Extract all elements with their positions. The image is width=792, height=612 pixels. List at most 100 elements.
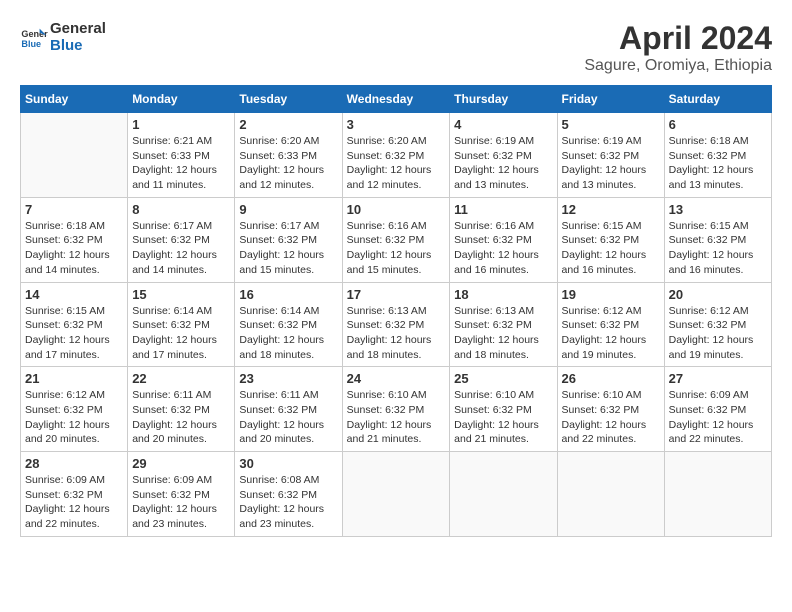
- calendar-day-cell: 15Sunrise: 6:14 AMSunset: 6:32 PMDayligh…: [128, 282, 235, 367]
- calendar-week-row: 1Sunrise: 6:21 AMSunset: 6:33 PMDaylight…: [21, 113, 772, 198]
- day-number: 4: [454, 117, 552, 132]
- calendar-day-cell: 30 Sunrise: 6:08 AMSunset: 6:32 PMDayligh…: [235, 452, 342, 537]
- day-info: Sunrise: 6:12 AMSunset: 6:32 PMDaylight:…: [669, 304, 767, 363]
- day-number: 22: [132, 371, 230, 386]
- day-number: 23: [239, 371, 337, 386]
- weekday-header: Wednesday: [342, 86, 450, 113]
- calendar-day-cell: 28 Sunrise: 6:09 AMSunset: 6:32 PMDayligh…: [21, 452, 128, 537]
- day-number: 14: [25, 287, 123, 302]
- day-info: Sunrise: 6:11 AMSunset: 6:32 PMDaylight:…: [239, 388, 337, 447]
- calendar-day-cell: 5Sunrise: 6:19 AMSunset: 6:32 PMDaylight…: [557, 113, 664, 198]
- logo-text-line2: Blue: [50, 37, 106, 54]
- day-info: Sunrise: 6:09 AMSunset: 6:32 PMDaylight:…: [132, 473, 230, 532]
- day-info: Sunrise: 6:16 AMSunset: 6:32 PMDaylight:…: [347, 219, 446, 278]
- day-number: 7: [25, 202, 123, 217]
- day-number: 15: [132, 287, 230, 302]
- day-number: 3: [347, 117, 446, 132]
- page-title: April 2024: [584, 20, 772, 57]
- calendar-week-row: 14 Sunrise: 6:15 AMSunset: 6:32 PMDayligh…: [21, 282, 772, 367]
- calendar-day-cell: 26 Sunrise: 6:10 AMSunset: 6:32 PMDayligh…: [557, 367, 664, 452]
- calendar-day-cell: 13Sunrise: 6:15 AMSunset: 6:32 PMDayligh…: [664, 197, 771, 282]
- calendar-day-cell: [342, 452, 450, 537]
- day-number: 8: [132, 202, 230, 217]
- weekday-header: Thursday: [450, 86, 557, 113]
- calendar-day-cell: 17Sunrise: 6:13 AMSunset: 6:32 PMDayligh…: [342, 282, 450, 367]
- calendar-day-cell: 18 Sunrise: 6:13 AMSunset: 6:32 PMDayligh…: [450, 282, 557, 367]
- day-info: Sunrise: 6:12 AMSunset: 6:32 PMDaylight:…: [562, 304, 660, 363]
- day-info: Sunrise: 6:10 AMSunset: 6:32 PMDaylight:…: [347, 388, 446, 447]
- day-number: 13: [669, 202, 767, 217]
- weekday-header: Friday: [557, 86, 664, 113]
- calendar-day-cell: 8 Sunrise: 6:17 AMSunset: 6:32 PMDaylight…: [128, 197, 235, 282]
- calendar-header-row: SundayMondayTuesdayWednesdayThursdayFrid…: [21, 86, 772, 113]
- day-info: Sunrise: 6:15 AMSunset: 6:32 PMDaylight:…: [25, 304, 123, 363]
- calendar-day-cell: 29 Sunrise: 6:09 AMSunset: 6:32 PMDayligh…: [128, 452, 235, 537]
- calendar-day-cell: 11 Sunrise: 6:16 AMSunset: 6:32 PMDayligh…: [450, 197, 557, 282]
- calendar-day-cell: 19Sunrise: 6:12 AMSunset: 6:32 PMDayligh…: [557, 282, 664, 367]
- day-info: Sunrise: 6:20 AMSunset: 6:33 PMDaylight:…: [239, 134, 337, 193]
- day-number: 24: [347, 371, 446, 386]
- day-number: 10: [347, 202, 446, 217]
- calendar-day-cell: 12Sunrise: 6:15 AMSunset: 6:32 PMDayligh…: [557, 197, 664, 282]
- weekday-header: Monday: [128, 86, 235, 113]
- day-info: Sunrise: 6:09 AMSunset: 6:32 PMDaylight:…: [669, 388, 767, 447]
- day-info: Sunrise: 6:20 AMSunset: 6:32 PMDaylight:…: [347, 134, 446, 193]
- page-subtitle: Sagure, Oromiya, Ethiopia: [584, 57, 772, 75]
- day-info: Sunrise: 6:12 AMSunset: 6:32 PMDaylight:…: [25, 388, 123, 447]
- day-number: 16: [239, 287, 337, 302]
- logo-icon: General Blue: [20, 23, 48, 51]
- logo-text-line1: General: [50, 20, 106, 37]
- calendar-day-cell: 7 Sunrise: 6:18 AMSunset: 6:32 PMDaylight…: [21, 197, 128, 282]
- day-info: Sunrise: 6:14 AMSunset: 6:32 PMDaylight:…: [239, 304, 337, 363]
- calendar-day-cell: 20 Sunrise: 6:12 AMSunset: 6:32 PMDayligh…: [664, 282, 771, 367]
- day-info: Sunrise: 6:17 AMSunset: 6:32 PMDaylight:…: [239, 219, 337, 278]
- calendar-day-cell: 24 Sunrise: 6:10 AMSunset: 6:32 PMDayligh…: [342, 367, 450, 452]
- day-info: Sunrise: 6:08 AMSunset: 6:32 PMDaylight:…: [239, 473, 337, 532]
- calendar-day-cell: 27Sunrise: 6:09 AMSunset: 6:32 PMDayligh…: [664, 367, 771, 452]
- calendar-day-cell: 9 Sunrise: 6:17 AMSunset: 6:32 PMDaylight…: [235, 197, 342, 282]
- day-number: 18: [454, 287, 552, 302]
- calendar-day-cell: 3 Sunrise: 6:20 AMSunset: 6:32 PMDaylight…: [342, 113, 450, 198]
- day-info: Sunrise: 6:18 AMSunset: 6:32 PMDaylight:…: [25, 219, 123, 278]
- calendar-day-cell: 22 Sunrise: 6:11 AMSunset: 6:32 PMDayligh…: [128, 367, 235, 452]
- day-info: Sunrise: 6:13 AMSunset: 6:32 PMDaylight:…: [454, 304, 552, 363]
- day-info: Sunrise: 6:10 AMSunset: 6:32 PMDaylight:…: [454, 388, 552, 447]
- calendar-day-cell: 10 Sunrise: 6:16 AMSunset: 6:32 PMDayligh…: [342, 197, 450, 282]
- calendar-day-cell: 1Sunrise: 6:21 AMSunset: 6:33 PMDaylight…: [128, 113, 235, 198]
- weekday-header: Saturday: [664, 86, 771, 113]
- calendar-day-cell: 4 Sunrise: 6:19 AMSunset: 6:32 PMDaylight…: [450, 113, 557, 198]
- page-header: General Blue General Blue April 2024 Sag…: [20, 20, 772, 75]
- weekday-header: Sunday: [21, 86, 128, 113]
- day-number: 29: [132, 456, 230, 471]
- day-number: 11: [454, 202, 552, 217]
- day-number: 20: [669, 287, 767, 302]
- day-info: Sunrise: 6:11 AMSunset: 6:32 PMDaylight:…: [132, 388, 230, 447]
- calendar-day-cell: 16 Sunrise: 6:14 AMSunset: 6:32 PMDayligh…: [235, 282, 342, 367]
- calendar-week-row: 21 Sunrise: 6:12 AMSunset: 6:32 PMDayligh…: [21, 367, 772, 452]
- title-block: April 2024 Sagure, Oromiya, Ethiopia: [584, 20, 772, 75]
- day-number: 5: [562, 117, 660, 132]
- weekday-header: Tuesday: [235, 86, 342, 113]
- day-number: 30: [239, 456, 337, 471]
- calendar-day-cell: 2Sunrise: 6:20 AMSunset: 6:33 PMDaylight…: [235, 113, 342, 198]
- calendar-day-cell: [557, 452, 664, 537]
- day-number: 21: [25, 371, 123, 386]
- calendar-table: SundayMondayTuesdayWednesdayThursdayFrid…: [20, 85, 772, 537]
- day-info: Sunrise: 6:19 AMSunset: 6:32 PMDaylight:…: [454, 134, 552, 193]
- day-number: 26: [562, 371, 660, 386]
- svg-text:Blue: Blue: [21, 39, 41, 49]
- day-info: Sunrise: 6:10 AMSunset: 6:32 PMDaylight:…: [562, 388, 660, 447]
- day-number: 17: [347, 287, 446, 302]
- calendar-day-cell: [21, 113, 128, 198]
- day-info: Sunrise: 6:09 AMSunset: 6:32 PMDaylight:…: [25, 473, 123, 532]
- calendar-week-row: 7 Sunrise: 6:18 AMSunset: 6:32 PMDaylight…: [21, 197, 772, 282]
- day-number: 6: [669, 117, 767, 132]
- day-info: Sunrise: 6:18 AMSunset: 6:32 PMDaylight:…: [669, 134, 767, 193]
- calendar-day-cell: [450, 452, 557, 537]
- day-number: 9: [239, 202, 337, 217]
- day-number: 28: [25, 456, 123, 471]
- calendar-day-cell: 14 Sunrise: 6:15 AMSunset: 6:32 PMDayligh…: [21, 282, 128, 367]
- day-info: Sunrise: 6:16 AMSunset: 6:32 PMDaylight:…: [454, 219, 552, 278]
- day-info: Sunrise: 6:17 AMSunset: 6:32 PMDaylight:…: [132, 219, 230, 278]
- calendar-day-cell: 23 Sunrise: 6:11 AMSunset: 6:32 PMDayligh…: [235, 367, 342, 452]
